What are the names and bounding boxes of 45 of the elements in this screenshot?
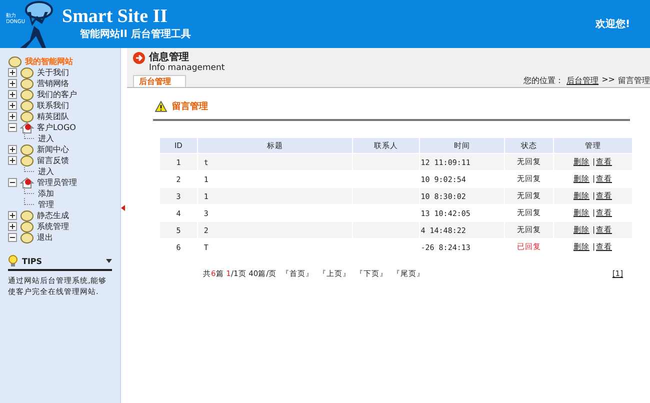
- tab[interactable]: 后台管理: [133, 75, 186, 87]
- location-label: 您的位置：: [524, 75, 564, 86]
- tree-item[interactable]: 退出: [37, 232, 53, 243]
- expander-icon[interactable]: [8, 156, 17, 165]
- tree-item[interactable]: 管理: [38, 199, 54, 210]
- page-subtitle: Info management: [149, 63, 225, 73]
- expander-icon[interactable]: [8, 145, 17, 154]
- expander-icon[interactable]: [8, 233, 17, 242]
- tree-item[interactable]: 系统管理: [37, 221, 69, 232]
- tree-item[interactable]: 营销网络: [37, 78, 69, 89]
- page-title: 信息管理: [149, 52, 190, 63]
- expander-icon[interactable]: [8, 68, 17, 77]
- tree-item[interactable]: 管理员管理: [37, 177, 77, 188]
- warning-icon: [155, 101, 167, 112]
- arrow-circle-icon: [133, 52, 145, 64]
- tree-item[interactable]: 关于我们: [37, 67, 69, 78]
- welcome-text: 欢迎您!: [595, 17, 630, 31]
- expander-icon[interactable]: [8, 222, 17, 231]
- section-title: 留言管理: [172, 100, 208, 113]
- tree-item[interactable]: 精英团队: [37, 111, 69, 122]
- dropdown-icon[interactable]: [106, 259, 112, 263]
- breadcrumb-separator: >>: [602, 75, 615, 86]
- tree-item[interactable]: 我们的客户: [37, 89, 77, 100]
- breadcrumb-link[interactable]: 后台管理: [566, 75, 599, 86]
- expander-icon[interactable]: [8, 101, 17, 110]
- expander-icon[interactable]: [8, 178, 17, 187]
- tree-item[interactable]: 联系我们: [37, 100, 69, 111]
- tips-title: TIPS: [22, 256, 42, 266]
- app-subtitle: 智能网站II 后台管理工具: [80, 28, 191, 41]
- expander-icon[interactable]: [8, 79, 17, 88]
- tree-item[interactable]: 添加: [38, 188, 54, 199]
- tree-item[interactable]: 静态生成: [37, 210, 69, 221]
- tree-item[interactable]: 留言反馈: [37, 155, 69, 166]
- expander-icon[interactable]: [8, 123, 17, 132]
- expander-icon[interactable]: [8, 90, 17, 99]
- expander-icon[interactable]: [8, 112, 17, 121]
- tree-item[interactable]: 进入: [38, 166, 54, 177]
- expander-icon[interactable]: [8, 211, 17, 220]
- breadcrumb-current: 留言管理: [618, 75, 650, 86]
- tree-item[interactable]: 进入: [38, 133, 54, 144]
- lightbulb-icon: [8, 255, 18, 267]
- tree-item[interactable]: 客户LOGO: [37, 122, 76, 133]
- app-title: Smart Site II: [62, 7, 169, 27]
- tree-item[interactable]: 新闻中心: [37, 144, 69, 155]
- collapse-arrow-icon[interactable]: [121, 205, 125, 211]
